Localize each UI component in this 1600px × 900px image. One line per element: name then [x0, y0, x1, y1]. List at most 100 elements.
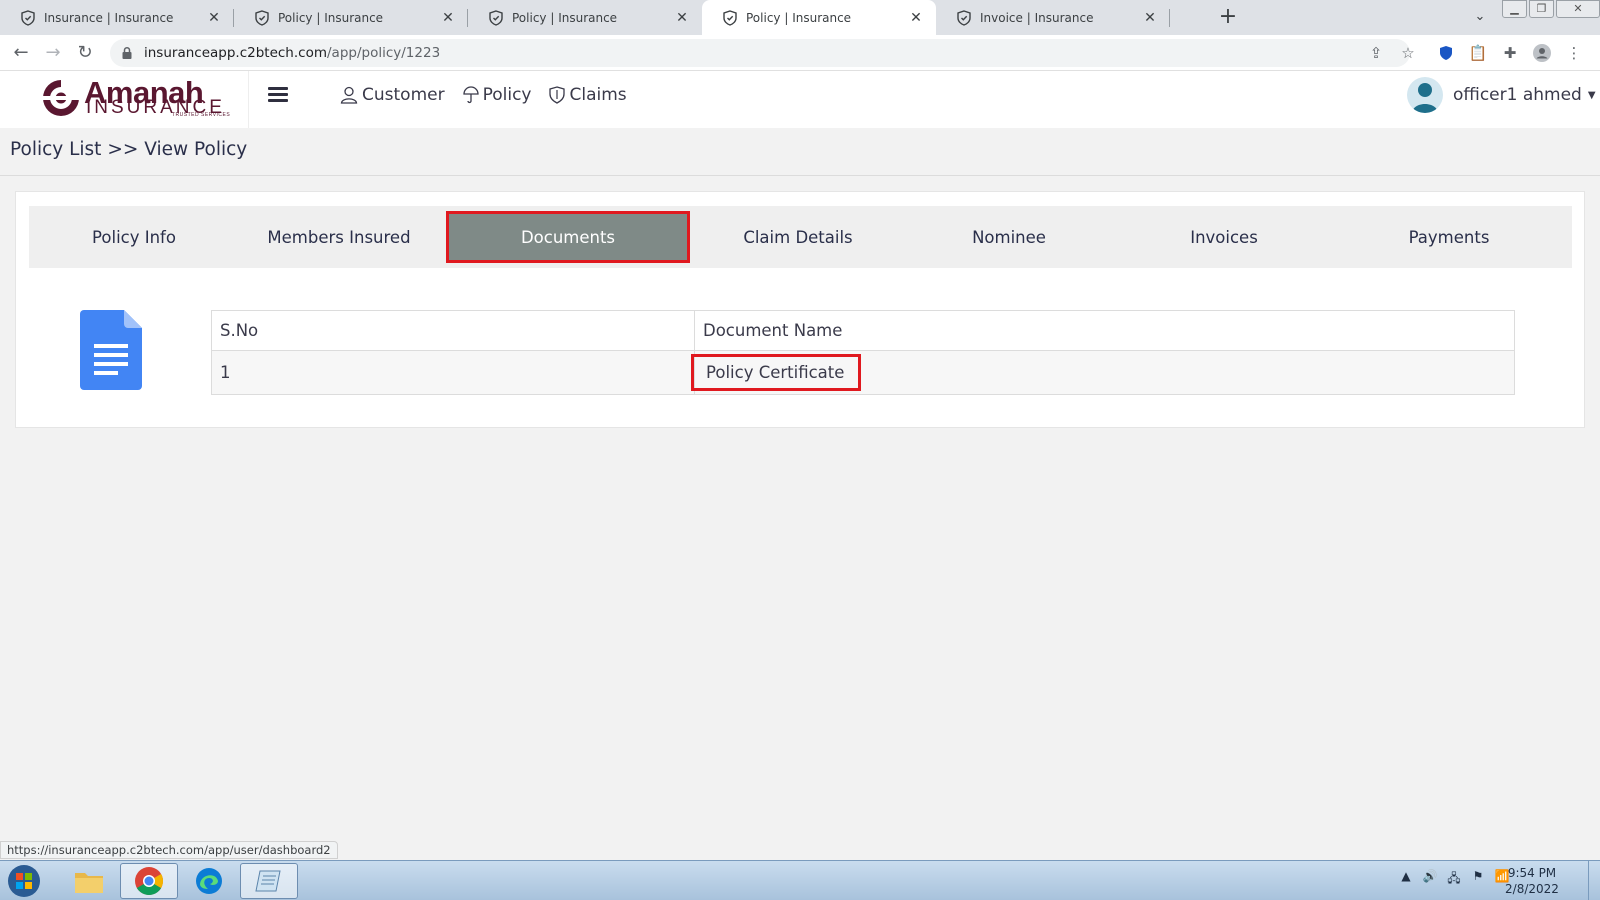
new-tab-plus-icon[interactable]: +	[1214, 4, 1242, 32]
tab-nominee[interactable]: Nominee	[909, 206, 1109, 268]
url-path: /app/policy/1223	[327, 45, 441, 61]
breadcrumb-current: View Policy	[144, 139, 248, 160]
taskbar-clock[interactable]: 9:54 PM 2/8/2022	[1500, 865, 1564, 897]
close-icon[interactable]: ✕	[908, 10, 924, 26]
user-name: officer1 ahmed	[1453, 85, 1582, 105]
nav-customer[interactable]: Customer	[340, 85, 445, 105]
clock-date: 2/8/2022	[1505, 882, 1559, 896]
nav-policy-label: Policy	[482, 85, 532, 105]
browser-tab[interactable]: Insurance | Insurance ✕	[0, 0, 234, 35]
address-bar[interactable]: insuranceapp.c2btech.com/app/policy/1223	[110, 39, 1410, 67]
cell-document-name: Policy Certificate	[691, 350, 1515, 395]
lock-icon	[122, 46, 132, 59]
nav-claims-label: Claims	[569, 85, 627, 105]
shield-icon	[255, 9, 269, 26]
system-tray: ▲ 🔊 🖧 ⚑ 📶	[1394, 869, 1514, 890]
tab-claim-details[interactable]: Claim Details	[697, 206, 899, 268]
app-header: Amanah INSURANCE TRUSTED SERVICES Custom…	[0, 71, 1600, 128]
forward-arrow-icon[interactable]: →	[41, 41, 65, 65]
windows-taskbar: ▲ 🔊 🖧 ⚑ 📶 9:54 PM 2/8/2022	[0, 860, 1600, 900]
column-header-sno: S.No	[211, 310, 695, 351]
browser-tab-title: Policy | Insurance	[512, 10, 618, 25]
omnibox-actions: ⇪ ☆	[1360, 39, 1424, 67]
browser-tab-title: Insurance | Insurance	[44, 10, 174, 25]
tab-members-insured[interactable]: Members Insured	[239, 206, 439, 268]
shield-icon	[489, 9, 503, 26]
documents-table: S.No Document Name 1 Policy Certificate	[211, 310, 1515, 395]
policy-card: Policy Info Members Insured Documents Cl…	[15, 191, 1585, 428]
tab-payments[interactable]: Payments	[1339, 206, 1559, 268]
show-desktop-button[interactable]	[1588, 861, 1600, 900]
tab-search-chevron-icon[interactable]: ⌄	[1470, 6, 1490, 28]
browser-tab-active[interactable]: Policy | Insurance ✕	[702, 0, 936, 35]
tab-documents[interactable]: Documents	[446, 211, 690, 263]
close-icon[interactable]: ✕	[1142, 10, 1158, 26]
table-row: 1 Policy Certificate	[211, 350, 1515, 395]
cell-sno: 1	[211, 350, 695, 395]
logo-divider	[248, 71, 249, 128]
browser-tab-title: Policy | Insurance	[278, 10, 384, 25]
breadcrumb-policy-list[interactable]: Policy List	[10, 139, 101, 160]
volume-icon[interactable]: 🔊	[1418, 869, 1442, 890]
policy-certificate-link[interactable]: Policy Certificate	[691, 354, 862, 391]
browser-tab[interactable]: Policy | Insurance ✕	[234, 0, 468, 35]
document-icon	[80, 310, 142, 390]
puzzle-extensions-icon[interactable]: ✚	[1494, 44, 1526, 62]
clock-time: 9:54 PM	[1507, 866, 1557, 880]
amanah-logo[interactable]: Amanah INSURANCE TRUSTED SERVICES	[40, 73, 255, 125]
close-icon[interactable]: ✕	[206, 10, 222, 26]
action-center-flag-icon[interactable]: ⚑	[1466, 869, 1490, 890]
breadcrumb-divider	[0, 175, 1600, 176]
browser-tab-strip: Insurance | Insurance ✕ Policy | Insuran…	[0, 0, 1600, 35]
bookmark-star-icon[interactable]: ☆	[1392, 44, 1424, 62]
extension-shield-icon[interactable]	[1430, 45, 1462, 61]
caret-down-icon: ▼	[1587, 89, 1596, 101]
tab-invoices[interactable]: Invoices	[1119, 206, 1329, 268]
policy-tabs: Policy Info Members Insured Documents Cl…	[29, 206, 1572, 268]
reload-icon[interactable]: ↻	[73, 41, 97, 65]
logo-tagline: TRUSTED SERVICES	[172, 112, 231, 118]
close-icon[interactable]: ✕	[440, 10, 456, 26]
close-icon[interactable]: ✕	[674, 10, 690, 26]
tray-expand-icon[interactable]: ▲	[1394, 869, 1418, 890]
restore-icon[interactable]: ❐	[1529, 0, 1554, 18]
tab-policy-info[interactable]: Policy Info	[29, 206, 239, 268]
network-device-icon[interactable]: 🖧	[1442, 869, 1466, 890]
user-icon	[340, 86, 358, 104]
notepad-app-icon[interactable]	[240, 863, 298, 899]
status-bar-url: https://insuranceapp.c2btech.com/app/use…	[0, 841, 338, 859]
table-header-row: S.No Document Name	[211, 310, 1515, 351]
browser-tab[interactable]: Policy | Insurance ✕	[468, 0, 702, 35]
browser-tab-title: Policy | Insurance	[746, 10, 852, 25]
hamburger-menu-icon[interactable]	[268, 87, 288, 103]
clipboard-icon[interactable]: 📋	[1462, 44, 1494, 62]
top-navigation: Customer Policy Claims	[340, 85, 645, 105]
umbrella-icon	[462, 86, 479, 104]
chrome-icon[interactable]	[120, 863, 178, 899]
avatar	[1407, 77, 1443, 113]
shield-icon	[549, 86, 566, 104]
nav-claims[interactable]: Claims	[549, 85, 627, 105]
tab-separator	[1169, 9, 1170, 27]
share-icon[interactable]: ⇪	[1360, 44, 1392, 62]
logo-mark-icon	[40, 80, 82, 116]
url-host: insuranceapp.c2btech.com	[144, 45, 327, 61]
shield-icon	[723, 9, 737, 26]
window-close-icon[interactable]: ✕	[1556, 0, 1600, 18]
edge-icon[interactable]	[180, 863, 238, 899]
minimize-icon[interactable]: ▁	[1502, 0, 1527, 18]
browser-tab[interactable]: Invoice | Insurance ✕	[936, 0, 1170, 35]
windows-start-icon[interactable]	[4, 863, 44, 899]
back-arrow-icon[interactable]: ←	[9, 41, 33, 65]
breadcrumb: Policy List >> View Policy	[10, 139, 247, 160]
shield-icon	[957, 9, 971, 26]
nav-customer-label: Customer	[362, 85, 445, 105]
kebab-menu-icon[interactable]: ⋮	[1558, 44, 1590, 62]
extension-icons: 📋 ✚ ⋮	[1430, 39, 1590, 67]
file-explorer-icon[interactable]	[60, 863, 118, 899]
user-menu[interactable]: officer1 ahmed ▼	[1407, 77, 1596, 113]
profile-icon[interactable]	[1526, 44, 1558, 62]
window-controls: ▁ ❐ ✕	[1500, 0, 1600, 18]
nav-policy[interactable]: Policy	[462, 85, 532, 105]
browser-toolbar: ← → ↻ insuranceapp.c2btech.com/app/polic…	[0, 35, 1600, 71]
